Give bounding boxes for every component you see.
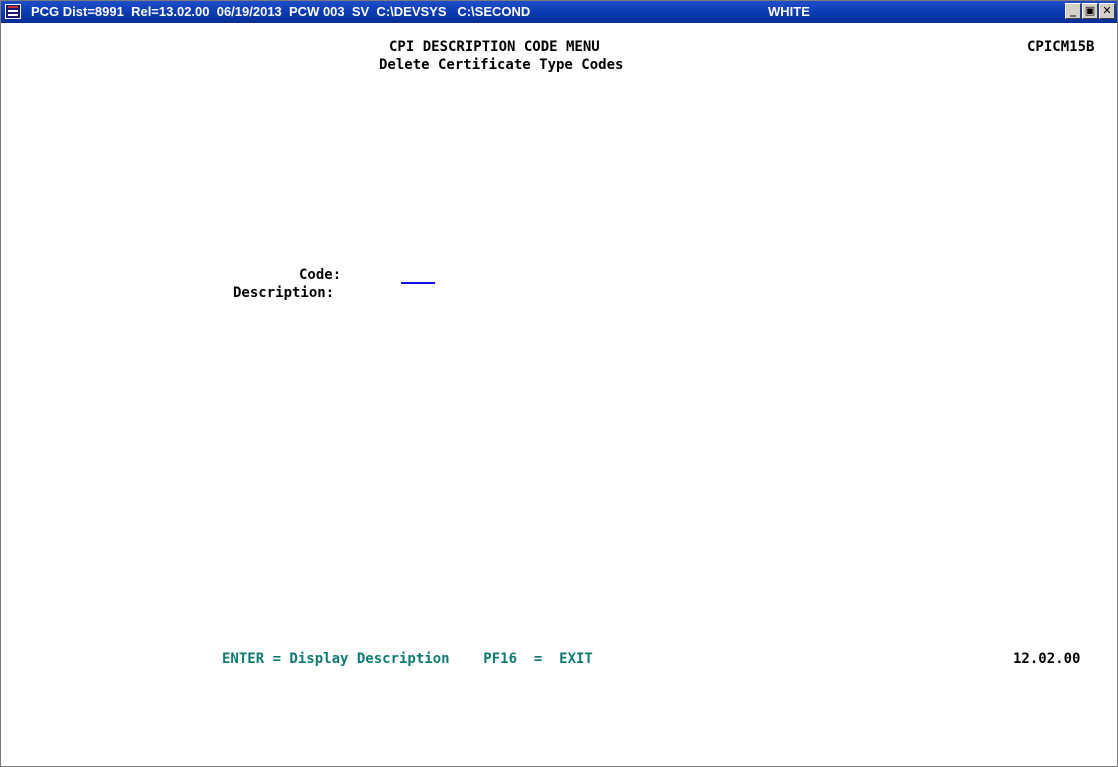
menu-title: CPI DESCRIPTION CODE MENU <box>389 39 600 55</box>
screen-subtitle: Delete Certificate Type Codes <box>379 57 624 73</box>
restore-button[interactable]: ▣ <box>1082 3 1098 19</box>
minimize-button[interactable]: _ <box>1065 3 1081 19</box>
window-controls: _ ▣ ✕ <box>1065 3 1115 19</box>
code-input[interactable] <box>401 265 435 284</box>
terminal-window: PCG Dist=8991 Rel=13.02.00 06/19/2013 PC… <box>0 0 1118 767</box>
color-scheme-label: WHITE <box>768 4 810 19</box>
title-bar[interactable]: PCG Dist=8991 Rel=13.02.00 06/19/2013 PC… <box>1 1 1117 23</box>
window-title: PCG Dist=8991 Rel=13.02.00 06/19/2013 PC… <box>31 4 531 19</box>
description-label: Description: <box>233 285 335 301</box>
screen-id: CPICM15B <box>1027 39 1095 55</box>
function-key-legend: ENTER = Display Description PF16 = EXIT <box>222 651 593 667</box>
app-menu-icon[interactable] <box>5 4 21 19</box>
version-number: 12.02.00 <box>1013 651 1081 667</box>
code-label: Code: <box>299 267 342 283</box>
close-button[interactable]: ✕ <box>1099 3 1115 19</box>
terminal-screen: CPI DESCRIPTION CODE MENU Delete Certifi… <box>1 23 1117 766</box>
